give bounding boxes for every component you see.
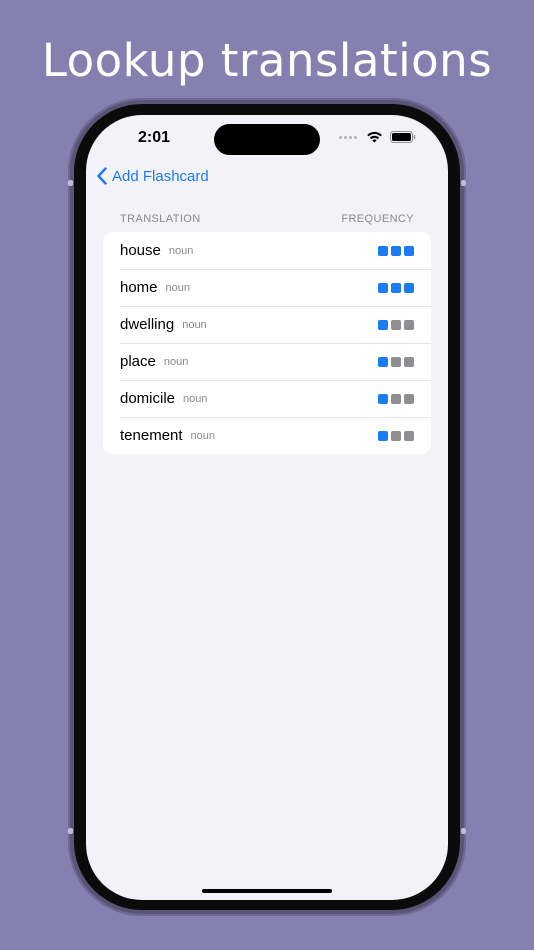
frequency-square xyxy=(391,430,401,441)
translation-word: home xyxy=(120,279,158,296)
battery-icon xyxy=(390,131,416,143)
translation-word: tenement xyxy=(120,427,183,444)
frequency-indicator xyxy=(378,319,414,330)
part-of-speech: noun xyxy=(163,355,189,368)
cellular-signal-icon xyxy=(339,135,357,139)
frequency-square xyxy=(378,245,388,256)
back-button-label: Add Flashcard xyxy=(112,167,209,185)
part-of-speech: noun xyxy=(183,392,208,405)
frequency-indicator xyxy=(378,245,414,256)
frequency-square xyxy=(378,393,388,404)
frequency-square xyxy=(404,393,414,404)
back-button[interactable]: Add Flashcard xyxy=(96,167,209,185)
translation-word: dwelling xyxy=(120,316,175,333)
part-of-speech: noun xyxy=(182,318,207,331)
translation-word: domicile xyxy=(120,390,176,407)
frequency-indicator xyxy=(378,393,414,404)
frequency-square xyxy=(391,393,401,404)
translation-word: place xyxy=(120,353,156,370)
frequency-square xyxy=(378,430,388,441)
part-of-speech: noun xyxy=(165,281,191,294)
translation-word: house xyxy=(120,242,161,259)
translation-row[interactable]: place noun xyxy=(103,343,431,380)
translation-row[interactable]: house noun xyxy=(103,232,431,269)
phone-screen: 2:01 Add Flashcard TRANSLATION FREQUENCY… xyxy=(86,115,448,900)
frequency-square xyxy=(404,245,414,256)
frequency-square xyxy=(404,356,414,367)
translation-row[interactable]: tenement noun xyxy=(103,417,431,454)
status-icons xyxy=(339,131,416,143)
frequency-square xyxy=(391,319,401,330)
frequency-indicator xyxy=(378,356,414,367)
side-button-volume xyxy=(68,828,73,834)
side-button-power xyxy=(461,180,466,186)
section-header: TRANSLATION FREQUENCY xyxy=(120,213,414,225)
translation-row[interactable]: home noun xyxy=(103,269,431,306)
frequency-square xyxy=(404,430,414,441)
frequency-column-header: FREQUENCY xyxy=(341,213,414,225)
translation-row[interactable]: domicile noun xyxy=(103,380,431,417)
frequency-square xyxy=(391,245,401,256)
wifi-icon xyxy=(367,131,382,143)
dynamic-island xyxy=(214,124,320,155)
translation-row[interactable]: dwelling noun xyxy=(103,306,431,343)
frequency-square xyxy=(391,282,401,293)
translation-list: house noun home noun dwelling noun place noun do… xyxy=(103,232,431,454)
frequency-square xyxy=(378,356,388,367)
part-of-speech: noun xyxy=(190,429,216,442)
frequency-square xyxy=(378,319,388,330)
frequency-square xyxy=(391,356,401,367)
frequency-square xyxy=(404,282,414,293)
home-indicator[interactable] xyxy=(202,889,332,893)
frequency-indicator xyxy=(378,430,414,441)
frequency-square xyxy=(378,282,388,293)
frequency-indicator xyxy=(378,282,414,293)
frequency-square xyxy=(404,319,414,330)
headline: Lookup translations xyxy=(41,34,493,87)
side-button-silent xyxy=(68,180,73,186)
part-of-speech: noun xyxy=(168,244,194,257)
status-time: 2:01 xyxy=(138,129,171,146)
chevron-left-icon xyxy=(97,167,107,185)
translation-column-header: TRANSLATION xyxy=(120,213,201,225)
side-button-lower xyxy=(461,828,466,834)
